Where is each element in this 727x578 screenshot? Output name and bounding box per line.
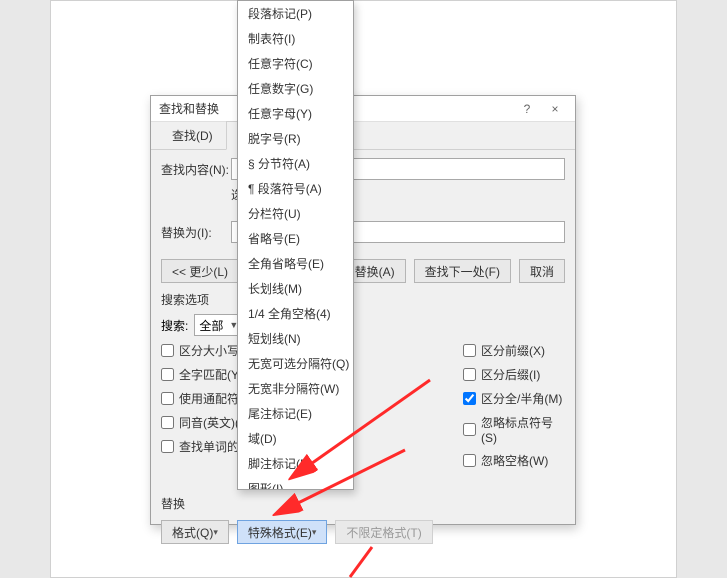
chk-prefix[interactable]: 区分前缀(X) — [463, 342, 565, 359]
menu-item[interactable]: 任意数字(G) — [238, 76, 353, 101]
menu-item[interactable]: 脚注标记(E) — [238, 451, 353, 476]
cancel-button[interactable]: 取消 — [519, 259, 565, 283]
chk-label: 忽略标点符号(S) — [481, 414, 565, 445]
chk-label: 全字匹配(Y) — [179, 366, 243, 383]
menu-item[interactable]: 短划线(N) — [238, 326, 353, 351]
menu-item[interactable]: 无宽可选分隔符(Q) — [238, 351, 353, 376]
menu-item[interactable]: 全角省略号(E) — [238, 251, 353, 276]
replace-section-title: 替换 — [161, 495, 565, 512]
menu-item[interactable]: 省略号(E) — [238, 226, 353, 251]
chk-label: 区分全/半角(M) — [481, 390, 562, 407]
chk-ignore-space[interactable]: 忽略空格(W) — [463, 452, 565, 469]
chk-label: 区分前缀(X) — [481, 342, 545, 359]
search-options-title: 搜索选项 — [161, 291, 565, 308]
chk-fullhalf[interactable]: 区分全/半角(M) — [463, 390, 565, 407]
menu-item[interactable]: 图形(I) — [238, 476, 353, 490]
find-replace-dialog: 查找和替换 ? × 查找(D) 替换 查找内容(N): 选项: 区 替换为(I)… — [150, 95, 576, 525]
menu-item[interactable]: 制表符(I) — [238, 26, 353, 51]
options-line: 选项: 区 — [161, 186, 565, 203]
menu-item[interactable]: 长划线(M) — [238, 276, 353, 301]
menu-item[interactable]: § 分节符(A) — [238, 151, 353, 176]
special-format-menu: 段落标记(P)制表符(I)任意字符(C)任意数字(G)任意字母(Y)脱字号(R)… — [237, 0, 354, 490]
format-button[interactable]: 格式(Q) — [161, 520, 229, 544]
search-scope-combo[interactable]: 全部 ▼ — [194, 314, 243, 336]
menu-item[interactable]: 任意字母(Y) — [238, 101, 353, 126]
menu-item[interactable]: 域(D) — [238, 426, 353, 451]
menu-item[interactable]: 脱字号(R) — [238, 126, 353, 151]
find-next-button[interactable]: 查找下一处(F) — [414, 259, 511, 283]
close-button[interactable]: × — [541, 102, 569, 116]
search-scope-label: 搜索: — [161, 317, 188, 334]
chk-ignore-punct[interactable]: 忽略标点符号(S) — [463, 414, 565, 445]
menu-item[interactable]: 段落标记(P) — [238, 1, 353, 26]
search-scope-value: 全部 — [199, 317, 223, 334]
find-label: 查找内容(N): — [161, 161, 231, 178]
chk-label: 区分后缀(I) — [481, 366, 540, 383]
dialog-titlebar: 查找和替换 ? × — [151, 96, 575, 122]
menu-item[interactable]: 1/4 全角空格(4) — [238, 301, 353, 326]
help-button[interactable]: ? — [513, 102, 541, 116]
menu-item[interactable]: 任意字符(C) — [238, 51, 353, 76]
menu-item[interactable]: ¶ 段落符号(A) — [238, 176, 353, 201]
tab-find[interactable]: 查找(D) — [159, 121, 226, 149]
chk-label: 忽略空格(W) — [481, 452, 548, 469]
menu-item[interactable]: 分栏符(U) — [238, 201, 353, 226]
menu-item[interactable]: 尾注标记(E) — [238, 401, 353, 426]
menu-item[interactable]: 无宽非分隔符(W) — [238, 376, 353, 401]
replace-label: 替换为(I): — [161, 224, 231, 241]
chk-suffix[interactable]: 区分后缀(I) — [463, 366, 565, 383]
chk-label: 使用通配符( — [179, 390, 243, 407]
no-format-button[interactable]: 不限定格式(T) — [335, 520, 432, 544]
dialog-tabs: 查找(D) 替换 — [151, 122, 575, 150]
less-button[interactable]: << 更少(L) — [161, 259, 239, 283]
special-format-button[interactable]: 特殊格式(E) — [237, 520, 328, 544]
dialog-body: 查找内容(N): 选项: 区 替换为(I): << 更少(L) 部替换(A) 查… — [151, 150, 575, 552]
